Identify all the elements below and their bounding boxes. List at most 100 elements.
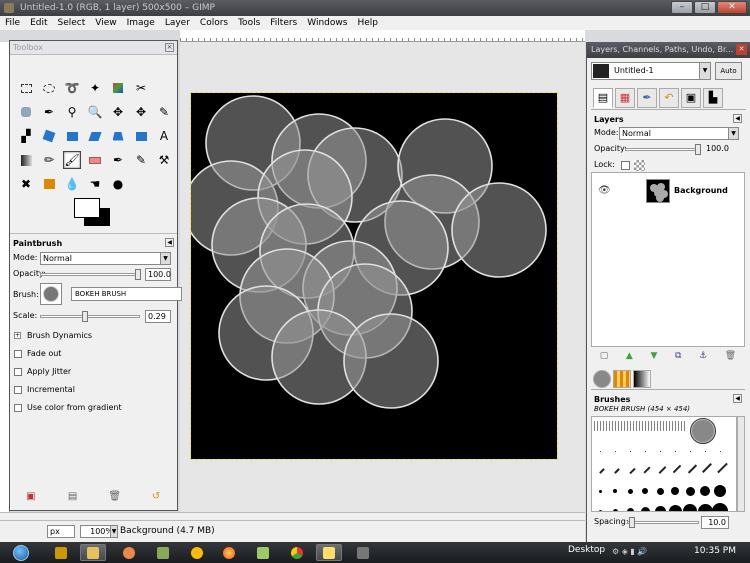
spacing-input[interactable]: 10.0 [701, 516, 729, 529]
taskbar-app-icon[interactable] [150, 544, 176, 561]
brush-dynamics-expander[interactable]: + Brush Dynamics [10, 328, 177, 344]
dock-close-icon[interactable]: ✕ [736, 44, 747, 55]
delete-options-icon[interactable]: 🗑 [108, 491, 121, 503]
taskbar-gimp-icon[interactable] [48, 544, 74, 561]
brush-preset[interactable] [614, 468, 620, 474]
menu-view[interactable]: View [90, 16, 121, 30]
brush-preset[interactable] [712, 503, 728, 511]
brush-preset[interactable] [656, 487, 664, 495]
spacing-slider[interactable] [627, 521, 699, 524]
brush-preset[interactable] [683, 504, 697, 511]
delete-layer-icon[interactable]: 🗑 [725, 348, 736, 364]
rotate-tool-icon[interactable] [40, 127, 58, 145]
brush-preset[interactable] [614, 450, 616, 452]
auto-button[interactable]: Auto [715, 62, 742, 80]
taskbar-explorer-icon[interactable] [80, 544, 106, 561]
scissors-tool-icon[interactable]: ✂ [132, 79, 150, 97]
tool-options-menu-icon[interactable]: ◀ [165, 238, 174, 247]
brush-preset[interactable] [687, 463, 697, 474]
heal-tool-icon[interactable]: ✖ [17, 175, 35, 193]
checkbox-box[interactable] [14, 368, 22, 376]
ellipse-select-tool-icon[interactable] [40, 79, 58, 97]
taskbar-chrome-icon[interactable] [284, 544, 310, 561]
rect-select-tool-icon[interactable] [17, 79, 35, 97]
measure-tool-icon[interactable]: ✥ [109, 103, 127, 121]
brush-preset[interactable] [598, 489, 602, 493]
brush-preset[interactable] [598, 509, 602, 511]
spacing-thumb[interactable] [629, 517, 635, 528]
brush-preset[interactable] [599, 450, 601, 452]
system-tray-icons[interactable]: ⚙ ◈ ▮ 🔊 [612, 547, 647, 556]
menu-image[interactable]: Image [122, 16, 160, 30]
blur-tool-icon[interactable]: 💧 [63, 175, 81, 193]
lower-layer-icon[interactable]: ▼ [650, 348, 657, 364]
incremental-checkbox[interactable]: Incremental [10, 382, 177, 398]
paths-tool-icon[interactable]: ✒ [40, 103, 58, 121]
anchor-layer-icon[interactable]: ⚓ [699, 348, 707, 364]
fg-bg-color-selector[interactable] [72, 196, 112, 228]
duplicate-layer-icon[interactable]: ⧉ [675, 348, 681, 364]
brush-preset[interactable] [716, 462, 728, 473]
brush-preset[interactable] [674, 450, 676, 452]
undo-tab-icon[interactable]: ↶ [659, 88, 679, 108]
desktop-toolbar-label[interactable]: Desktop [568, 545, 605, 555]
layer-opacity-slider[interactable] [625, 148, 699, 151]
save-options-icon[interactable]: ▣ [25, 491, 37, 503]
paintbrush-tool-icon[interactable]: 🖌 [63, 151, 81, 169]
taskbar-firefox-icon[interactable] [216, 544, 242, 561]
zoom-tool-icon[interactable]: 🔍 [86, 103, 104, 121]
toolbox-close-icon[interactable]: × [165, 43, 174, 52]
maximize-button[interactable]: □ [694, 1, 716, 14]
raise-layer-icon[interactable]: ▲ [626, 348, 633, 364]
opacity-slider[interactable] [40, 273, 140, 276]
layer-row[interactable]: 👁 Background [592, 178, 744, 204]
scale-slider-thumb[interactable] [82, 311, 88, 322]
perspective-clone-tool-icon[interactable] [40, 175, 58, 193]
visibility-eye-icon[interactable]: 👁 [598, 185, 611, 196]
fade-out-checkbox[interactable]: Fade out [10, 346, 177, 362]
start-button[interactable] [3, 543, 37, 562]
brush-preset[interactable] [714, 485, 726, 497]
fuzzy-select-tool-icon[interactable]: ✦ [86, 79, 104, 97]
brush-preset[interactable] [704, 450, 706, 452]
menu-tools[interactable]: Tools [233, 16, 265, 30]
ink-tool-icon[interactable]: ✎ [132, 151, 150, 169]
brush-name-field[interactable]: BOKEH BRUSH [71, 287, 182, 301]
clone-tool-icon[interactable]: ⚒ [155, 151, 173, 169]
layer-opacity-input[interactable]: 100.0 [704, 143, 729, 156]
image-select[interactable]: Untitled-1 ▼ [591, 62, 711, 80]
brush-preview[interactable] [40, 283, 62, 305]
brush-preset[interactable] [654, 505, 666, 511]
new-layer-icon[interactable]: ▢ [600, 348, 609, 364]
brush-preset[interactable] [599, 468, 605, 474]
scale-input[interactable]: 0.29 [145, 310, 171, 323]
patterns-tab-icon[interactable] [613, 370, 631, 388]
brushes-tab-icon[interactable] [593, 370, 611, 388]
clock[interactable]: 10:35 PM [694, 546, 736, 556]
menu-colors[interactable]: Colors [195, 16, 233, 30]
dodge-burn-tool-icon[interactable]: ● [109, 175, 127, 193]
brush-preset[interactable] [672, 464, 682, 474]
brush-preset[interactable] [629, 450, 631, 452]
brush-preset-bokeh[interactable] [690, 418, 716, 444]
use-gradient-checkbox[interactable]: Use color from gradient [10, 400, 177, 416]
channels-tab-icon[interactable]: ▦ [615, 88, 635, 108]
paths-tab-icon[interactable]: ✒ [637, 88, 657, 108]
layer-opacity-thumb[interactable] [695, 144, 701, 155]
gradients-tab-icon[interactable] [633, 370, 651, 388]
brushes-tab-icon[interactable]: ▣ [681, 88, 701, 108]
eraser-tool-icon[interactable] [86, 151, 104, 169]
brush-preset[interactable] [642, 488, 648, 494]
align-tool-icon[interactable]: ✎ [155, 103, 173, 121]
taskbar-notepad-icon[interactable] [250, 544, 276, 561]
brush-preset[interactable] [697, 503, 713, 511]
brush-preset[interactable] [658, 465, 666, 474]
brush-preset[interactable] [640, 506, 650, 511]
select-by-color-tool-icon[interactable] [109, 79, 127, 97]
checkbox-box[interactable] [14, 386, 22, 394]
chevron-down-icon[interactable]: ▼ [728, 128, 738, 139]
crop-tool-icon[interactable]: ▞ [17, 127, 35, 145]
brush-preset[interactable] [668, 504, 682, 511]
foreground-select-tool-icon[interactable] [17, 103, 35, 121]
menu-layer[interactable]: Layer [160, 16, 195, 30]
